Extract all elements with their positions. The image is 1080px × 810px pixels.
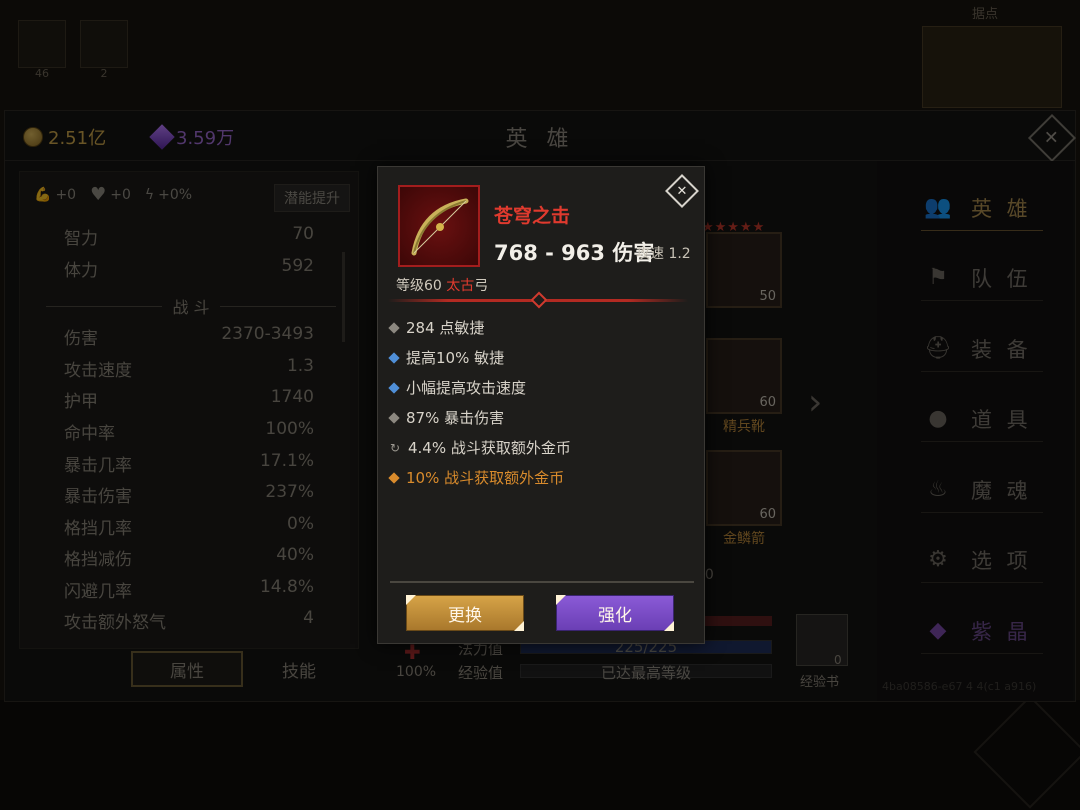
footer-divider: [390, 581, 694, 583]
bow-icon: [398, 185, 480, 267]
affix-row: 提高10% 敏捷: [388, 347, 505, 368]
item-damage: 768 - 963 伤害: [494, 241, 655, 265]
affix-row: ↻ 4.4% 战斗获取额外金币: [390, 437, 571, 458]
affix-text: 87% 暴击伤害: [406, 409, 505, 427]
affix-text: 10% 战斗获取额外金币: [406, 469, 565, 487]
affix-text: 4.4% 战斗获取额外金币: [408, 439, 571, 457]
item-level: 等级60: [396, 278, 447, 294]
upgrade-button[interactable]: 强化: [556, 595, 674, 631]
affix-row: 87% 暴击伤害: [388, 407, 505, 428]
affix-text: 提高10% 敏捷: [406, 349, 505, 367]
grey-diamond-icon: [388, 321, 400, 334]
blue-diamond-icon: [388, 381, 400, 394]
replace-button[interactable]: 更换: [406, 595, 524, 631]
popup-close-button[interactable]: ✕: [665, 174, 699, 208]
affix-row: 10% 战斗获取额外金币: [388, 467, 565, 488]
orange-diamond-icon: [388, 471, 400, 484]
item-detail-popup: 苍穹之击 768 - 963 伤害 攻速 1.2 等级60 太古弓 ✕ 284 …: [377, 166, 705, 644]
divider-diamond-icon: [530, 291, 548, 309]
item-level-line: 等级60 太古弓: [396, 275, 488, 295]
blue-diamond-icon: [388, 351, 400, 364]
affix-row: 小幅提高攻击速度: [388, 377, 527, 398]
grey-diamond-icon: [388, 411, 400, 424]
item-name: 苍穹之击: [494, 205, 571, 227]
affix-row: 284 点敏捷: [388, 317, 485, 338]
affix-text: 284 点敏捷: [406, 319, 485, 337]
item-type: 弓: [474, 278, 489, 294]
close-icon: ✕: [676, 183, 688, 199]
affix-text: 小幅提高攻击速度: [406, 379, 527, 397]
item-attack-speed: 攻速 1.2: [636, 246, 691, 262]
item-quality: 太古: [446, 278, 475, 294]
reroll-icon: ↻: [389, 440, 401, 455]
